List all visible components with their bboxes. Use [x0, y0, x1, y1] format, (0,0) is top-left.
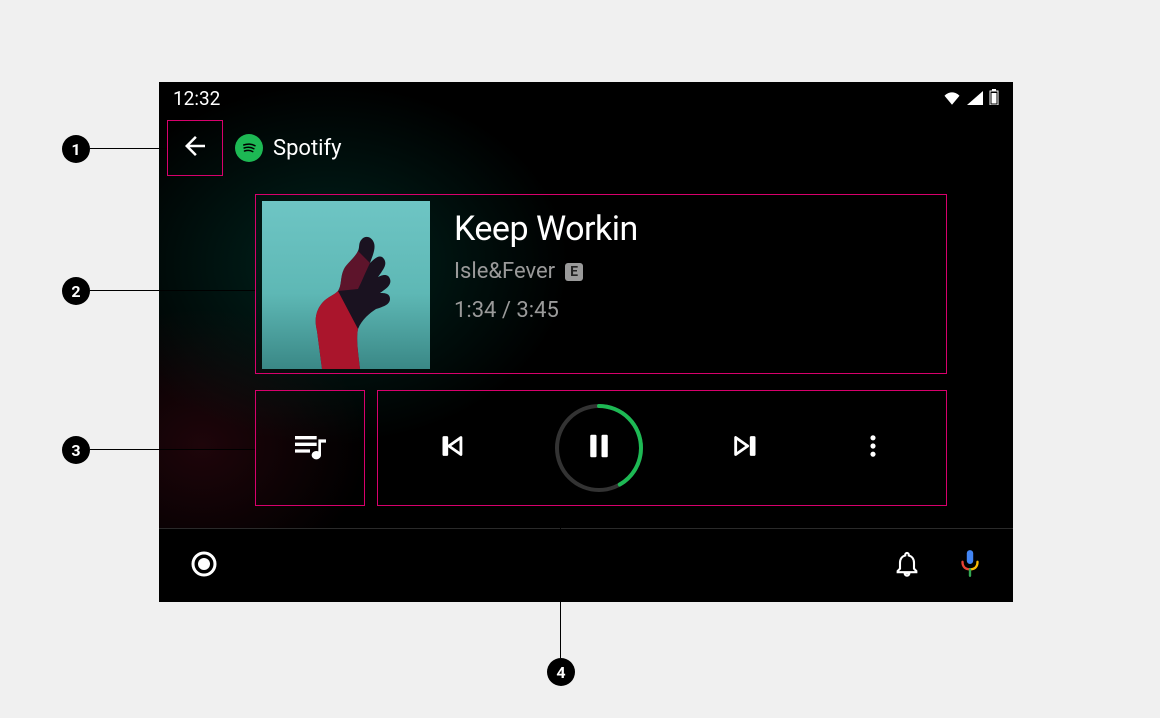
callout-line-2 [90, 290, 255, 291]
microphone-icon [957, 564, 983, 583]
app-identity: Spotify [235, 134, 342, 162]
callout-line-1 [90, 148, 167, 149]
device-frame: 12:32 Spotify [159, 82, 1013, 602]
overflow-button[interactable] [849, 424, 897, 472]
notifications-button[interactable] [893, 550, 921, 582]
back-button[interactable] [167, 120, 223, 176]
status-time: 12:32 [173, 87, 220, 110]
progress-ring [553, 402, 645, 494]
callout-badge-1: 1 [62, 135, 90, 163]
track-metadata: Keep Workin Isle&Fever E 1:34 / 3:45 [454, 201, 638, 367]
queue-music-icon [290, 426, 330, 470]
track-title: Keep Workin [454, 209, 638, 249]
queue-button[interactable] [255, 390, 365, 506]
cellular-icon [967, 87, 983, 110]
track-time-separator: / [496, 298, 516, 323]
callout-badge-2: 2 [62, 277, 90, 305]
wifi-icon [943, 87, 961, 110]
now-playing-card[interactable]: Keep Workin Isle&Fever E 1:34 / 3:45 [255, 194, 947, 374]
album-art [262, 201, 430, 369]
album-art-image [262, 201, 430, 369]
status-icons [943, 87, 999, 110]
bell-icon [893, 563, 921, 582]
play-pause-button[interactable] [553, 402, 645, 494]
track-duration: 3:45 [516, 298, 558, 323]
callout-line-4 [560, 509, 561, 658]
callout-badge-3: 3 [62, 436, 90, 464]
spotify-icon [235, 134, 263, 162]
track-elapsed: 1:34 [454, 298, 496, 323]
home-button[interactable] [189, 549, 219, 583]
track-artist: Isle&Fever [454, 259, 555, 284]
arrow-left-icon [180, 131, 210, 165]
circle-icon [189, 564, 219, 583]
status-bar: 12:32 [159, 82, 1013, 114]
battery-icon [989, 87, 999, 110]
explicit-badge: E [565, 263, 583, 281]
skip-next-icon [730, 429, 764, 467]
previous-button[interactable] [427, 424, 475, 472]
voice-assistant-button[interactable] [957, 549, 983, 583]
track-time: 1:34 / 3:45 [454, 298, 638, 323]
callout-line-3 [90, 449, 255, 450]
more-vert-icon [859, 432, 887, 464]
app-bar: Spotify [159, 118, 1013, 178]
callout-badge-4: 4 [547, 658, 575, 686]
app-name: Spotify [273, 136, 342, 161]
playback-controls [377, 390, 947, 506]
next-button[interactable] [723, 424, 771, 472]
system-navigation-bar [159, 528, 1013, 602]
skip-previous-icon [434, 429, 468, 467]
